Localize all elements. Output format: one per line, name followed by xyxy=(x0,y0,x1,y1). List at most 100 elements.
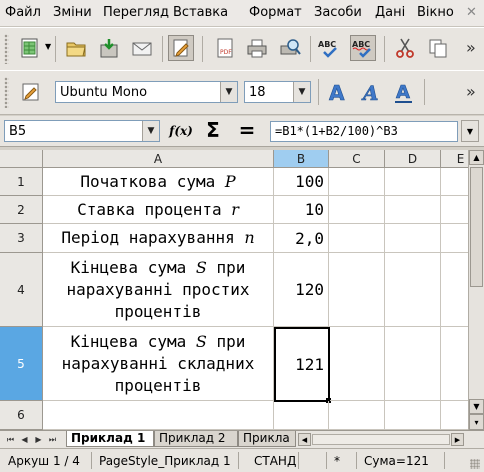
print-icon[interactable] xyxy=(244,35,270,61)
chevron-down-icon[interactable]: ▼ xyxy=(220,82,237,102)
cell-e6[interactable] xyxy=(441,401,468,430)
next-sheet-icon[interactable]: ▶ xyxy=(32,433,45,446)
chevron-down-icon[interactable]: ▼ xyxy=(293,82,310,102)
toolbar-overflow-icon[interactable]: » xyxy=(466,82,476,101)
cell-d2[interactable] xyxy=(385,196,441,224)
cell-a2[interactable]: Ставка процента r xyxy=(43,196,274,224)
italic-icon[interactable]: A xyxy=(358,79,384,105)
row-header-1[interactable]: 1 xyxy=(0,168,43,196)
cell-a3[interactable]: Період нарахування n xyxy=(43,224,274,253)
cell-b6[interactable] xyxy=(274,401,329,430)
row-header-5[interactable]: 5 xyxy=(0,327,43,401)
cell-a6[interactable] xyxy=(43,401,274,430)
menu-data[interactable]: Дані xyxy=(375,5,405,20)
toolbar-overflow-icon[interactable]: » xyxy=(466,38,476,57)
close-doc-icon[interactable]: ✕ xyxy=(466,5,477,20)
export-pdf-icon[interactable]: PDF xyxy=(212,35,238,61)
cell-b1[interactable]: 100 xyxy=(274,168,329,196)
tab-sheet-2[interactable]: Приклад 2 xyxy=(154,431,238,447)
row-header-3[interactable]: 3 xyxy=(0,224,43,253)
cell-c5[interactable] xyxy=(330,327,385,401)
vertical-scrollbar[interactable]: ▲ ▼ ▾ xyxy=(468,150,484,430)
cell-e2[interactable] xyxy=(441,196,468,224)
cell-c6[interactable] xyxy=(329,401,385,430)
scroll-split-icon[interactable]: ▾ xyxy=(469,414,484,430)
expand-formula-icon[interactable]: ▼ xyxy=(461,120,479,142)
cell-a5[interactable]: Кінцева сума S при нарахуванні складних … xyxy=(43,327,274,401)
menu-edit[interactable]: Зміни xyxy=(53,5,92,20)
name-box[interactable]: B5 ▼ xyxy=(4,120,160,142)
previous-sheet-icon[interactable]: ◀ xyxy=(18,433,31,446)
styles-formatting-icon[interactable] xyxy=(18,79,44,105)
menu-window[interactable]: Вікно xyxy=(417,5,454,20)
spreadsheet-grid[interactable]: A B C D E 1 2 3 4 5 6 Початкова сума P 1… xyxy=(0,150,468,430)
column-header-e[interactable]: E xyxy=(441,150,468,168)
menu-tools[interactable]: Засоби xyxy=(314,5,362,20)
tab-sheet-1[interactable]: Приклад 1 xyxy=(66,431,154,447)
font-size-combo[interactable]: 18 ▼ xyxy=(244,81,311,103)
menu-format[interactable]: Формат xyxy=(249,5,302,20)
sum-icon[interactable]: Σ xyxy=(200,118,226,142)
resize-grip-icon[interactable] xyxy=(470,459,480,469)
autospellcheck-icon[interactable]: ABC xyxy=(350,35,376,61)
open-folder-icon[interactable] xyxy=(63,35,89,61)
cut-icon[interactable] xyxy=(392,35,418,61)
scroll-thumb[interactable] xyxy=(470,167,483,287)
cell-d3[interactable] xyxy=(385,224,441,253)
row-header-6[interactable]: 6 xyxy=(0,401,43,430)
column-header-c[interactable]: C xyxy=(329,150,385,168)
hscroll-left-icon[interactable]: ◀ xyxy=(298,433,311,446)
toolbar-grip[interactable] xyxy=(4,34,9,64)
function-equals-icon[interactable]: = xyxy=(234,118,260,142)
print-preview-icon[interactable] xyxy=(277,35,303,61)
chevron-down-icon[interactable]: ▼ xyxy=(142,121,159,141)
bold-icon[interactable]: A xyxy=(325,79,351,105)
column-header-a[interactable]: A xyxy=(43,150,274,168)
row-header-4[interactable]: 4 xyxy=(0,253,43,327)
cell-b5[interactable]: 121 xyxy=(274,327,330,402)
tab-sheet-3[interactable]: Прикла xyxy=(238,431,296,447)
font-name-combo[interactable]: Ubuntu Mono ▼ xyxy=(55,81,238,103)
cell-b3[interactable]: 2,0 xyxy=(274,224,329,253)
column-header-d[interactable]: D xyxy=(385,150,441,168)
cell-c4[interactable] xyxy=(329,253,385,327)
menu-file[interactable]: Файл xyxy=(5,5,41,20)
cell-d5[interactable] xyxy=(385,327,441,401)
formula-input[interactable]: =B1*(1+B2/100)^B3 xyxy=(270,121,458,142)
column-header-b[interactable]: B xyxy=(274,150,329,168)
last-sheet-icon[interactable]: ⏭ xyxy=(46,433,59,446)
save-icon[interactable] xyxy=(96,35,122,61)
chevron-down-icon[interactable]: ▼ xyxy=(45,42,51,51)
first-sheet-icon[interactable]: ⏮ xyxy=(4,433,17,446)
menu-view[interactable]: Перегляд xyxy=(103,5,169,20)
cell-c1[interactable] xyxy=(329,168,385,196)
scroll-down-icon[interactable]: ▼ xyxy=(469,399,484,414)
new-document-icon[interactable] xyxy=(18,35,44,61)
cell-e4[interactable] xyxy=(441,253,468,327)
email-icon[interactable] xyxy=(129,35,155,61)
function-wizard-icon[interactable]: f(x) xyxy=(168,120,194,142)
scroll-up-icon[interactable]: ▲ xyxy=(469,150,484,165)
hscroll-right-icon[interactable]: ▶ xyxy=(451,433,464,446)
spellcheck-icon[interactable]: ABC xyxy=(316,35,342,61)
copy-icon[interactable] xyxy=(425,35,451,61)
cell-a1[interactable]: Початкова сума P xyxy=(43,168,274,196)
cell-e1[interactable] xyxy=(441,168,468,196)
edit-mode-icon[interactable] xyxy=(168,35,194,61)
cell-d1[interactable] xyxy=(385,168,441,196)
underline-icon[interactable]: A xyxy=(391,79,417,105)
cell-e3[interactable] xyxy=(441,224,468,253)
cell-b2[interactable]: 10 xyxy=(274,196,329,224)
horizontal-scrollbar[interactable] xyxy=(312,434,450,445)
cell-d6[interactable] xyxy=(385,401,441,430)
row-header-2[interactable]: 2 xyxy=(0,196,43,224)
status-mode[interactable]: СТАНД xyxy=(254,454,296,468)
cell-e5[interactable] xyxy=(441,327,468,401)
menu-insert[interactable]: Вставка xyxy=(173,5,228,20)
cell-c3[interactable] xyxy=(329,224,385,253)
toolbar-grip[interactable] xyxy=(4,77,9,108)
select-all-corner[interactable] xyxy=(0,150,43,168)
cell-b4[interactable]: 120 xyxy=(274,253,329,327)
cell-d4[interactable] xyxy=(385,253,441,327)
cell-c2[interactable] xyxy=(329,196,385,224)
